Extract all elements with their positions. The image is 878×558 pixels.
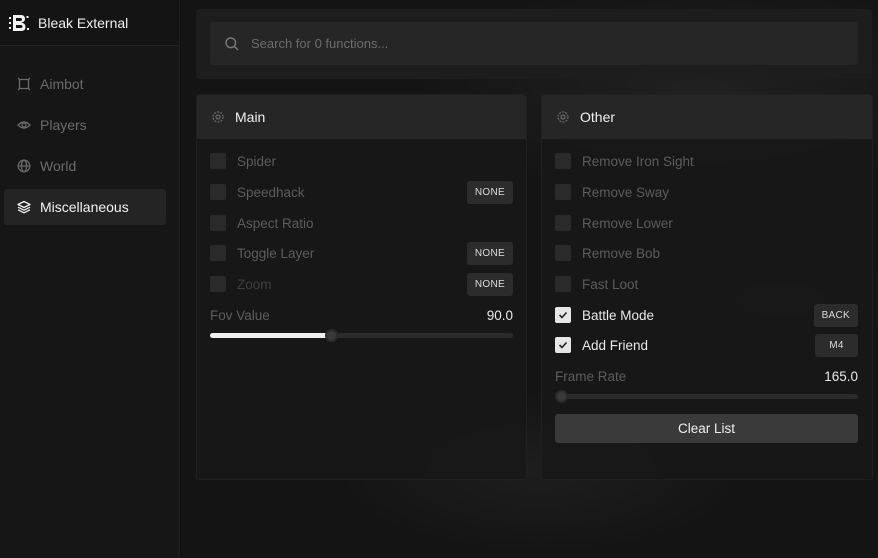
search-box[interactable] (210, 22, 858, 65)
sidebar-item-world[interactable]: World (4, 148, 166, 184)
sidebar: Bleak External Aimbot Players World Misc… (0, 0, 180, 558)
toggle-remove-bob[interactable]: Remove Bob (555, 241, 858, 265)
keybind-button[interactable]: NONE (466, 272, 513, 296)
keybind-button[interactable]: BACK (813, 303, 858, 327)
eye-icon (17, 118, 31, 132)
main-content: Main Spider Speedhack NONE Aspect Ratio … (181, 0, 878, 558)
toggle-label: Zoom (237, 276, 272, 292)
checkbox[interactable] (210, 153, 226, 169)
toggle-label: Aspect Ratio (237, 215, 314, 231)
panel-title: Main (235, 109, 266, 125)
toggle-label: Remove Lower (582, 215, 673, 231)
globe-icon (17, 159, 31, 173)
slider-thumb[interactable] (555, 390, 568, 403)
keybind-button[interactable]: M4 (815, 333, 858, 357)
slider-thumb[interactable] (325, 329, 339, 342)
slider-fov-header: Fov Value 90.0 (210, 303, 513, 327)
other-panel-header: Other (542, 95, 872, 139)
main-panel-header: Main (197, 95, 526, 139)
checkbox[interactable] (555, 337, 571, 353)
panel-title: Other (580, 109, 616, 125)
toggle-aspect-ratio[interactable]: Aspect Ratio (210, 211, 513, 235)
slider-fill (210, 333, 332, 338)
keybind-button[interactable]: NONE (466, 180, 513, 204)
sidebar-item-players[interactable]: Players (4, 107, 166, 143)
check-icon (558, 341, 568, 349)
toggle-zoom[interactable]: Zoom NONE (210, 272, 513, 296)
bleak-logo-icon (8, 12, 30, 34)
clear-list-button[interactable]: Clear List (555, 414, 858, 443)
sidebar-item-label: World (40, 158, 77, 174)
checkbox[interactable] (210, 215, 226, 231)
toggle-remove-lower[interactable]: Remove Lower (555, 211, 858, 235)
checkbox[interactable] (210, 245, 226, 261)
crosshair-icon (17, 77, 31, 91)
main-panel: Main Spider Speedhack NONE Aspect Ratio … (196, 94, 527, 480)
checkbox[interactable] (555, 184, 571, 200)
slider-frame-rate-header: Frame Rate 165.0 (555, 364, 858, 388)
layers-icon (17, 200, 31, 214)
toggle-toggle-layer[interactable]: Toggle Layer NONE (210, 241, 513, 265)
toggle-label: Toggle Layer (237, 245, 315, 261)
toggle-fast-loot[interactable]: Fast Loot (555, 272, 858, 296)
sidebar-item-aimbot[interactable]: Aimbot (4, 66, 166, 102)
slider-label: Frame Rate (555, 368, 627, 384)
slider-value: 90.0 (486, 307, 513, 323)
gear-icon (211, 110, 225, 124)
toggle-label: Add Friend (582, 337, 649, 353)
toggle-add-friend[interactable]: Add Friend M4 (555, 333, 858, 357)
toggle-spider[interactable]: Spider (210, 149, 513, 173)
slider-label: Fov Value (210, 307, 270, 323)
checkbox[interactable] (555, 307, 571, 323)
sidebar-item-label: Aimbot (40, 76, 84, 92)
toggle-label: Speedhack (237, 184, 305, 200)
toggle-speedhack[interactable]: Speedhack NONE (210, 180, 513, 204)
search-icon (224, 36, 240, 52)
app-title: Bleak External (38, 14, 129, 31)
brand-header: Bleak External (0, 0, 179, 46)
search-panel (196, 9, 872, 79)
search-input[interactable] (251, 36, 858, 51)
frame-rate-slider[interactable] (555, 390, 858, 403)
checkbox[interactable] (210, 184, 226, 200)
keybind-button[interactable]: NONE (466, 241, 513, 265)
checkbox[interactable] (555, 245, 571, 261)
toggle-remove-sway[interactable]: Remove Sway (555, 180, 858, 204)
other-panel: Other Remove Iron Sight Remove Sway Remo… (541, 94, 873, 480)
toggle-label: Remove Iron Sight (582, 153, 694, 169)
toggle-label: Battle Mode (582, 307, 655, 323)
gear-icon (556, 110, 570, 124)
toggle-remove-iron-sight[interactable]: Remove Iron Sight (555, 149, 858, 173)
fov-slider[interactable] (210, 329, 513, 342)
checkbox[interactable] (555, 276, 571, 292)
slider-value: 165.0 (824, 368, 858, 384)
sidebar-item-label: Players (40, 117, 87, 133)
checkbox[interactable] (555, 153, 571, 169)
checkbox[interactable] (210, 276, 226, 292)
sidebar-item-label: Miscellaneous (40, 199, 129, 215)
toggle-battle-mode[interactable]: Battle Mode BACK (555, 303, 858, 327)
toggle-label: Fast Loot (582, 276, 639, 292)
toggle-label: Spider (237, 153, 277, 169)
toggle-label: Remove Bob (582, 245, 661, 261)
sidebar-nav: Aimbot Players World Miscellaneous (0, 46, 179, 225)
sidebar-item-miscellaneous[interactable]: Miscellaneous (4, 189, 166, 225)
toggle-label: Remove Sway (582, 184, 670, 200)
check-icon (558, 311, 568, 319)
checkbox[interactable] (555, 215, 571, 231)
